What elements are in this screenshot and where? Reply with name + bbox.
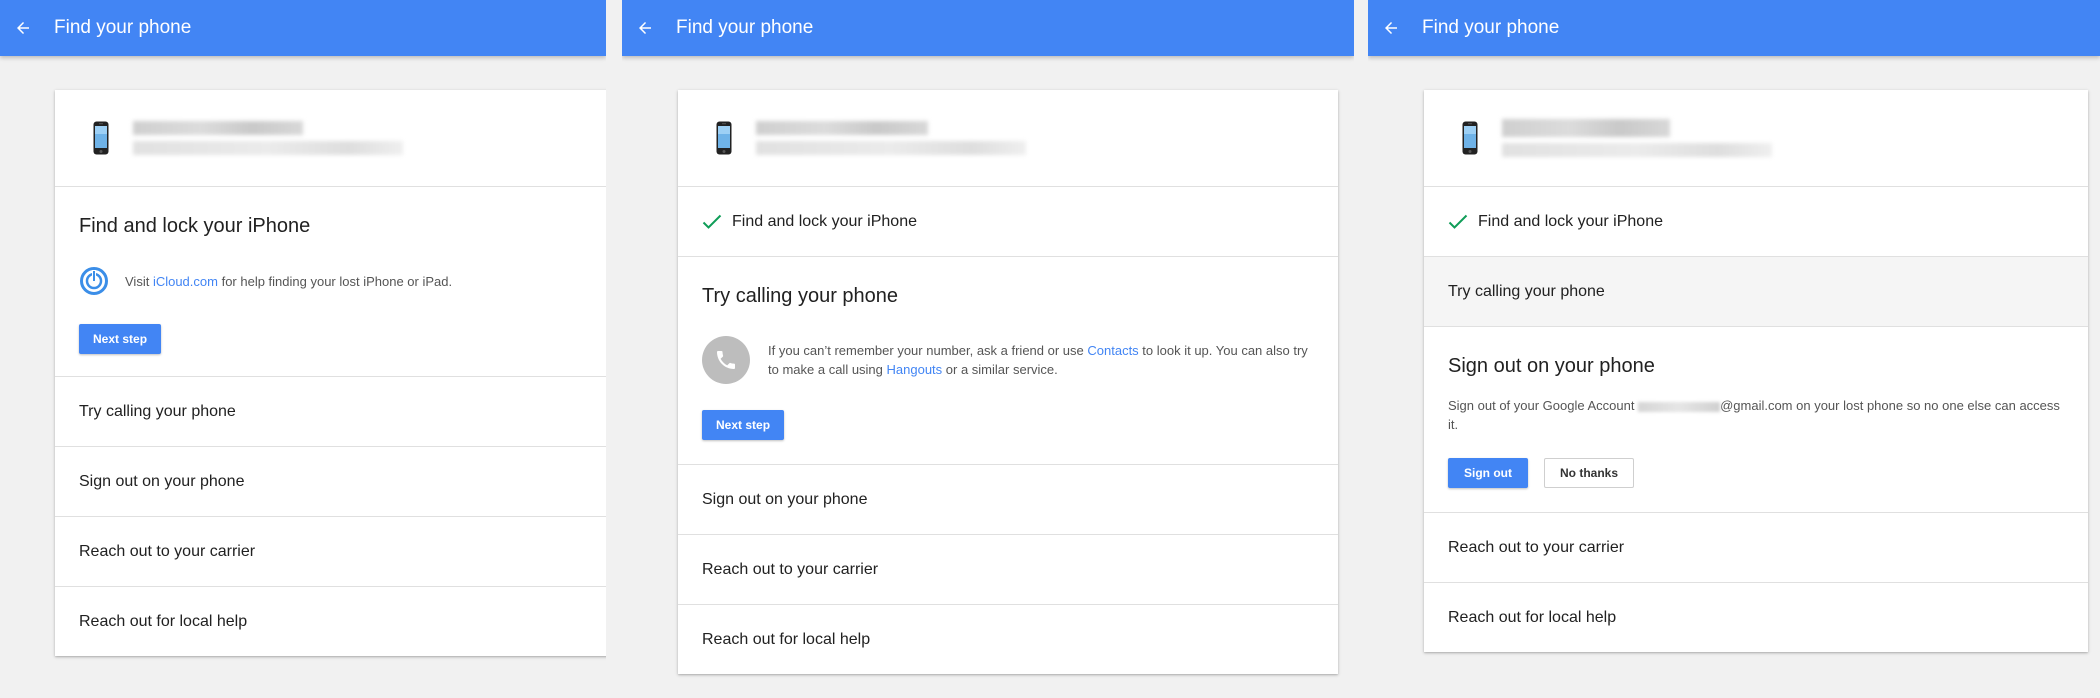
call-text-1: If you can’t remember your number, ask a… [768,343,1088,358]
find-my-iphone-icon [80,267,108,295]
panel-step-3: Find your phone Find and lock your iPhon… [1368,0,2100,698]
step-label: Find and lock your iPhone [732,212,917,230]
device-header [678,90,1338,187]
steps-card: Find and lock your iPhone Visit iCloud.c… [55,90,606,656]
step-try-calling-expanded: Try calling your phone If you can’t reme… [678,257,1338,465]
step-try-calling-visited[interactable]: Try calling your phone [1424,257,2088,327]
step-label: Find and lock your iPhone [1478,212,1663,230]
checkmark-icon [1448,214,1468,229]
call-info: If you can’t remember your number, ask a… [702,336,1314,384]
signout-text-1: Sign out of your Google Account [1448,398,1639,413]
next-step-button[interactable]: Next step [79,324,162,354]
icloud-info: Visit iCloud.com for help finding your l… [79,266,591,296]
step-find-lock-done[interactable]: Find and lock your iPhone [678,187,1338,257]
app-title: Find your phone [676,17,814,38]
step-local-help[interactable]: Reach out for local help [1424,583,2088,652]
panel-step-2: Find your phone Find and lock your iPhon… [622,0,1354,698]
hangouts-link[interactable]: Hangouts [887,362,943,377]
next-step-button[interactable]: Next step [702,410,785,440]
step-title: Find and lock your iPhone [79,215,311,237]
step-try-calling[interactable]: Try calling your phone [55,377,606,447]
no-thanks-button[interactable]: No thanks [1544,458,1635,488]
steps-card: Find and lock your iPhone Try calling yo… [1424,90,2088,652]
icloud-text: Visit iCloud.com for help finding your l… [125,272,452,291]
visit-prefix: Visit [125,273,153,289]
back-arrow-icon[interactable] [1380,17,1402,39]
app-bar: Find your phone [0,0,606,56]
step-local-help[interactable]: Reach out for local help [55,587,606,656]
app-bar: Find your phone [1368,0,2100,56]
sign-out-button[interactable]: Sign out [1448,458,1528,488]
iphone-icon [93,121,109,155]
iphone-icon [1462,121,1478,155]
step-local-help[interactable]: Reach out for local help [678,605,1338,674]
panel-step-1: Find your phone Find and lock your iPhon… [0,0,606,698]
device-name-redacted [756,121,1026,155]
step-title: Try calling your phone [702,285,899,307]
call-text-3: or a similar service. [942,362,1058,377]
back-arrow-icon[interactable] [634,17,656,39]
signout-info: Sign out of your Google Account @gmail.c… [1448,396,2060,434]
signout-text: Sign out of your Google Account @gmail.c… [1448,396,2060,434]
step-title: Sign out on your phone [1448,355,1655,377]
app-bar: Find your phone [622,0,1354,56]
app-title: Find your phone [54,17,192,38]
app-title: Find your phone [1422,17,1560,38]
device-name-redacted [133,121,403,155]
step-sign-out[interactable]: Sign out on your phone [678,465,1338,535]
step-carrier[interactable]: Reach out to your carrier [55,517,606,587]
checkmark-icon [702,214,722,229]
steps-card: Find and lock your iPhone Try calling yo… [678,90,1338,674]
icloud-link[interactable]: iCloud.com [153,274,218,289]
call-text: If you can’t remember your number, ask a… [768,341,1314,379]
email-redacted [1638,401,1721,412]
visit-suffix: for help finding your lost iPhone or iPa… [217,273,453,289]
device-header [55,90,606,187]
phone-handset-icon [702,336,750,384]
iphone-icon [716,121,732,155]
device-name-redacted [1502,119,1772,157]
step-sign-out[interactable]: Sign out on your phone [55,447,606,517]
back-arrow-icon[interactable] [12,17,34,39]
step-find-lock-expanded: Find and lock your iPhone Visit iCloud.c… [55,187,606,377]
step-carrier[interactable]: Reach out to your carrier [678,535,1338,605]
contacts-link[interactable]: Contacts [1087,343,1138,358]
step-carrier[interactable]: Reach out to your carrier [1424,513,2088,583]
device-header [1424,90,2088,187]
email-domain: @gmail.com [1720,398,1793,413]
step-find-lock-done[interactable]: Find and lock your iPhone [1424,187,2088,257]
step-sign-out-expanded: Sign out on your phone Sign out of your … [1424,327,2088,513]
